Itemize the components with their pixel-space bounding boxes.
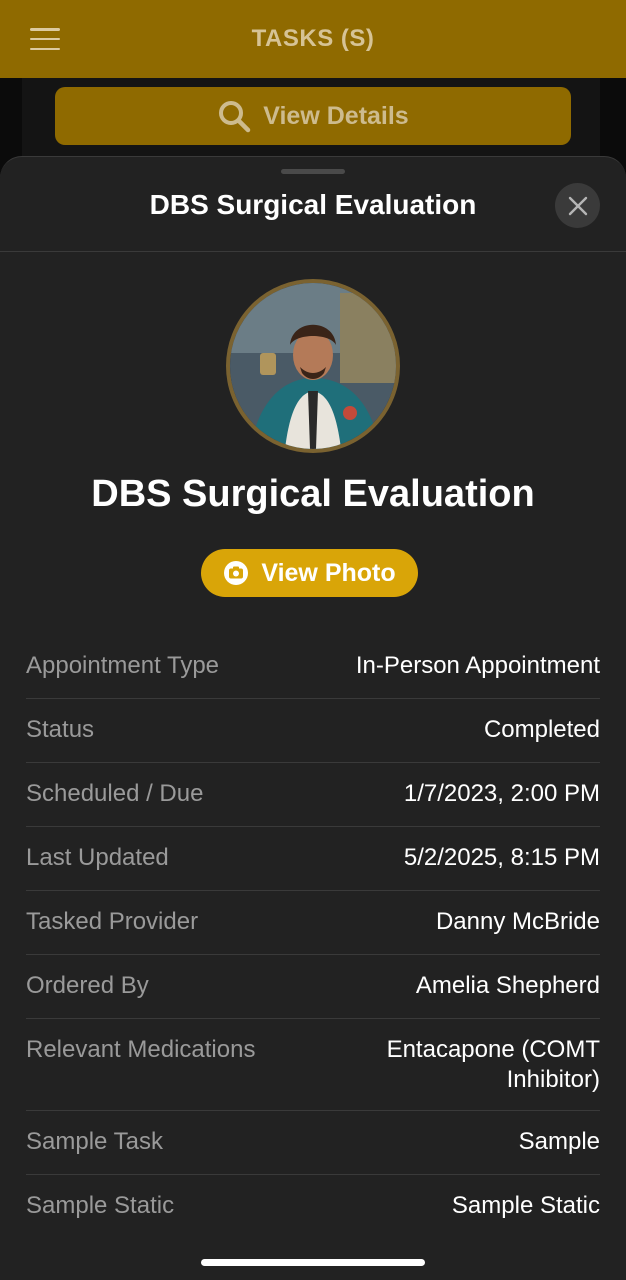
detail-label: Relevant Medications [26, 1036, 256, 1063]
app-bar-title: TASKS (S) [251, 25, 375, 52]
app-bar: TASKS (S) [0, 0, 626, 78]
hamburger-menu-icon[interactable] [30, 28, 60, 50]
avatar [226, 279, 400, 453]
task-detail-sheet: DBS Surgical Evaluation DBS Surgical Eva… [0, 156, 626, 1280]
view-photo-button[interactable]: View Photo [201, 549, 418, 597]
task-title: DBS Surgical Evaluation [91, 473, 535, 515]
detail-label: Last Updated [26, 844, 169, 871]
view-details-label: View Details [263, 101, 409, 130]
detail-row-last-updated: Last Updated 5/2/2025, 8:15 PM [26, 827, 600, 891]
details-list: Appointment Type In-Person Appointment S… [26, 635, 600, 1239]
detail-value: 1/7/2023, 2:00 PM [403, 780, 600, 807]
view-details-button[interactable]: View Details [55, 87, 571, 145]
close-button[interactable] [555, 183, 600, 228]
detail-value: Entacapone (COMT Inhibitor) [386, 1036, 600, 1093]
detail-value: Sample Static [451, 1192, 600, 1219]
detail-row-sample-task: Sample Task Sample [26, 1111, 600, 1175]
detail-row-relevant-medications: Relevant Medications Entacapone (COMT In… [26, 1019, 600, 1111]
view-photo-label: View Photo [261, 558, 396, 587]
detail-label: Sample Task [26, 1128, 163, 1155]
detail-row-sample-static: Sample Static Sample Static [26, 1175, 600, 1239]
camera-icon [224, 561, 249, 585]
detail-value: In-Person Appointment [355, 652, 600, 679]
sheet-header-title: DBS Surgical Evaluation [149, 189, 477, 220]
detail-row-status: Status Completed [26, 699, 600, 763]
detail-row-appointment-type: Appointment Type In-Person Appointment [26, 635, 600, 699]
detail-row-ordered-by: Ordered By Amelia Shepherd [26, 955, 600, 1019]
sheet-header: DBS Surgical Evaluation [0, 157, 626, 252]
search-icon [219, 101, 251, 133]
detail-value: Sample [518, 1128, 600, 1155]
home-indicator[interactable] [201, 1259, 425, 1266]
detail-label: Sample Static [26, 1192, 175, 1219]
avatar-photo [230, 283, 396, 449]
detail-value: Completed [483, 716, 600, 743]
detail-value: 5/2/2025, 8:15 PM [403, 844, 600, 871]
detail-label: Tasked Provider [26, 908, 199, 935]
detail-label: Appointment Type [26, 652, 220, 679]
detail-value: Amelia Shepherd [415, 972, 600, 999]
detail-label: Ordered By [26, 972, 149, 999]
close-icon [568, 196, 587, 215]
detail-label: Status [26, 716, 95, 743]
detail-row-scheduled-due: Scheduled / Due 1/7/2023, 2:00 PM [26, 763, 600, 827]
detail-row-tasked-provider: Tasked Provider Danny McBride [26, 891, 600, 955]
detail-value: Danny McBride [435, 908, 600, 935]
detail-label: Scheduled / Due [26, 780, 204, 807]
